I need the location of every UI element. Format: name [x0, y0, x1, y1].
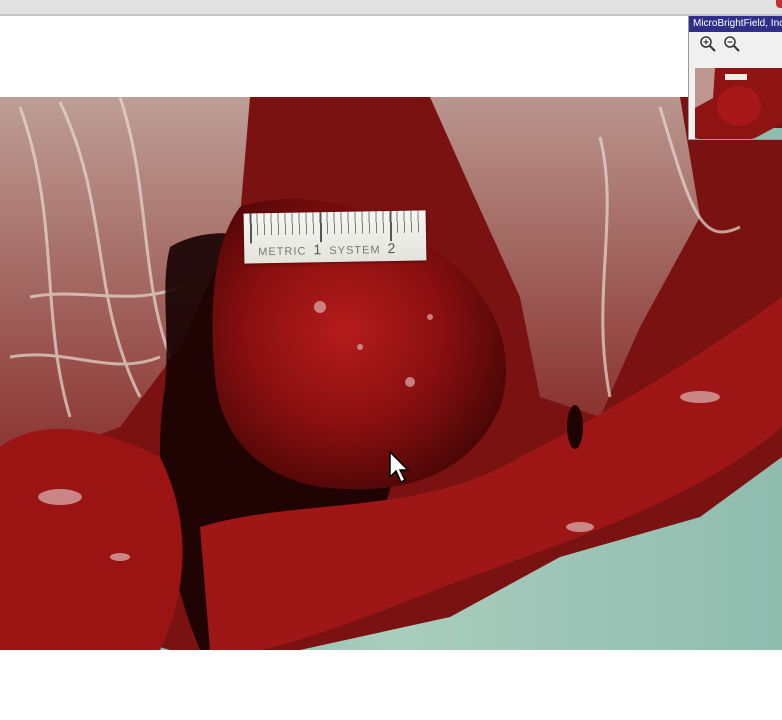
ruler-number-2: 2	[387, 239, 397, 257]
image-viewer[interactable]: METRIC 1 SYSTEM 2	[0, 97, 782, 650]
navigator-panel[interactable]: MicroBrightField, Inc	[688, 16, 782, 140]
metric-ruler: METRIC 1 SYSTEM 2	[243, 210, 427, 264]
zoom-out-icon[interactable]	[723, 35, 741, 53]
ruler-word-system: SYSTEM	[329, 244, 381, 258]
navigator-thumbnail[interactable]	[695, 68, 782, 139]
navigator-toolbar	[689, 32, 782, 54]
mouse-cursor-icon	[389, 451, 410, 484]
navigator-title: MicroBrightField, Inc	[689, 16, 782, 32]
ruler-word-metric: METRIC	[258, 245, 307, 259]
window-top-bar	[0, 0, 782, 16]
specimen-image	[0, 97, 782, 650]
ruler-label: METRIC 1 SYSTEM 2	[258, 240, 399, 258]
zoom-in-icon[interactable]	[699, 35, 717, 53]
close-indicator[interactable]	[776, 0, 782, 8]
ruler-major-ticks	[249, 210, 421, 244]
ruler-number-1: 1	[313, 241, 323, 258]
